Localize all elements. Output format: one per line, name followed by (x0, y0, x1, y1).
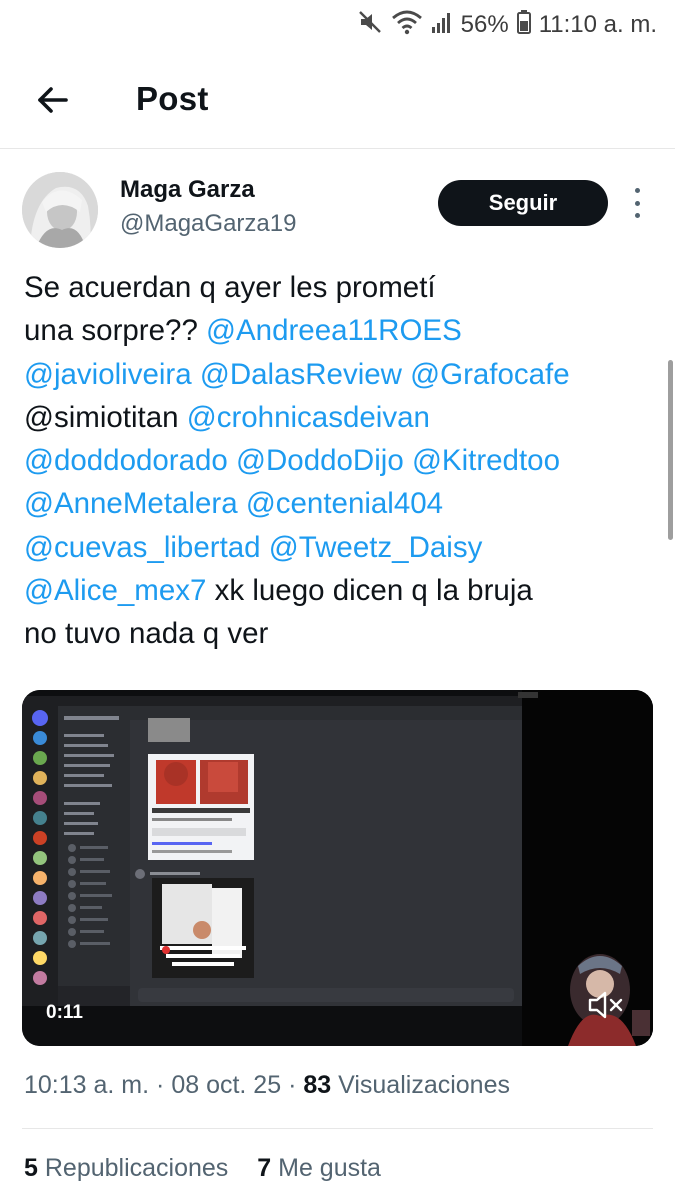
tweet-text-segment (404, 444, 412, 477)
tweet-line: @simiotitan @crohnicasdeivan (24, 396, 664, 439)
mention-link[interactable]: @DoddoDijo (236, 444, 404, 477)
likes-stat[interactable]: 7 Me gusta (257, 1154, 381, 1182)
video-duration: 0:11 (46, 1002, 83, 1023)
dot-icon (634, 188, 640, 193)
mention-link[interactable]: @centenial404 (246, 487, 443, 520)
tweet-text-segment (238, 487, 246, 520)
tweet-text: Se acuerdan q ayer les prometí una sorpre… (24, 266, 664, 656)
battery-icon (516, 9, 531, 41)
scrollbar[interactable] (668, 360, 673, 540)
tweet-line: @cuevas_libertad @Tweetz_Daisy (24, 526, 664, 569)
video-thumbnail (22, 690, 653, 1046)
tweet-text-segment: una sorpre?? (24, 314, 207, 348)
post-time: 10:13 a. m. (24, 1071, 150, 1099)
battery-percent: 56% (460, 11, 509, 38)
mention-link[interactable]: @cuevas_libertad (24, 531, 261, 564)
views-count: 83 (303, 1071, 332, 1099)
wifi-icon (391, 9, 423, 42)
back-button[interactable] (30, 78, 74, 122)
tweet-text-segment (261, 531, 269, 564)
dot-icon (634, 200, 640, 206)
tweet-text-segment (402, 358, 410, 391)
likes-count: 7 (257, 1154, 272, 1182)
tweet-line: no tuvo nada q ver (24, 612, 664, 655)
tweet-line: @javioliveira @DalasReview @Grafocafe (24, 353, 664, 396)
status-bar: 56% 11:10 a. m. (0, 0, 675, 52)
divider (22, 1128, 653, 1129)
tweet-text-segment: no tuvo nada q ver (24, 617, 269, 651)
meta-separator: · (156, 1071, 172, 1099)
tweet-text-segment: xk luego dicen q la bruja (206, 574, 533, 608)
mention-link[interactable]: @Tweetz_Daisy (269, 531, 483, 564)
page-title: Post (136, 80, 209, 117)
speaker-muted-icon (588, 991, 623, 1019)
post-date: 08 oct. 25 (171, 1071, 282, 1099)
mute-icon (357, 9, 383, 42)
mention-link[interactable]: @DalasReview (200, 358, 402, 391)
tweet-line: @doddodorado @DoddoDijo @Kitredtoo (24, 439, 664, 482)
status-icons: 56% 11:10 a. m. (357, 9, 657, 42)
mention-link[interactable]: @javioliveira (24, 358, 192, 391)
more-options-button[interactable] (630, 188, 644, 218)
tweet-line: @Alice_mex7 xk luego dicen q la bruja (24, 569, 664, 612)
tweet-text-segment: Se acuerdan q ayer les prometí (24, 271, 436, 304)
avatar[interactable] (22, 172, 98, 248)
video-player[interactable]: 0:11 (22, 690, 653, 1046)
arrow-left-icon (38, 87, 68, 113)
signal-icon (431, 10, 453, 41)
tweet-text-segment: @simiotitan (24, 400, 187, 434)
mention-link[interactable]: @Andreea11ROES (206, 314, 462, 347)
reposts-label: Republicaciones (44, 1154, 229, 1182)
reposts-stat[interactable]: 5 Republicaciones (24, 1154, 235, 1182)
dot-icon (634, 213, 640, 218)
follow-button[interactable]: Seguir (438, 180, 608, 226)
mention-link[interactable]: @AnneMetalera (24, 487, 238, 520)
tweet-text-segment (192, 358, 200, 391)
author-name[interactable]: Maga Garza (120, 176, 255, 204)
tweet-text-segment (228, 444, 236, 477)
tweet-line: una sorpre?? @Andreea11ROES (24, 309, 664, 352)
mention-link[interactable]: @doddodorado (24, 444, 228, 477)
likes-label: Me gusta (278, 1154, 381, 1182)
reposts-count: 5 (24, 1154, 38, 1182)
meta-separator: · (288, 1071, 304, 1099)
mute-button[interactable] (586, 988, 626, 1022)
tweet-line: Se acuerdan q ayer les prometí (24, 266, 664, 309)
status-time: 11:10 a. m. (538, 11, 657, 38)
mention-link[interactable]: @Kitredtoo (412, 444, 560, 477)
author-handle[interactable]: @MagaGarza19 (120, 210, 296, 238)
post-header: Post (0, 52, 675, 149)
mention-link[interactable]: @crohnicasdeivan (187, 401, 430, 434)
post-stats: 5 Republicaciones 7 Me gusta (24, 1154, 403, 1183)
mention-link[interactable]: @Alice_mex7 (24, 574, 206, 607)
post-meta: 10:13 a. m. · 08 oct. 25 · 83 Visualizac… (24, 1071, 510, 1100)
tweet-line: @AnneMetalera @centenial404 (24, 482, 664, 525)
views-label: Visualizaciones (338, 1071, 510, 1099)
mention-link[interactable]: @Grafocafe (410, 358, 569, 391)
